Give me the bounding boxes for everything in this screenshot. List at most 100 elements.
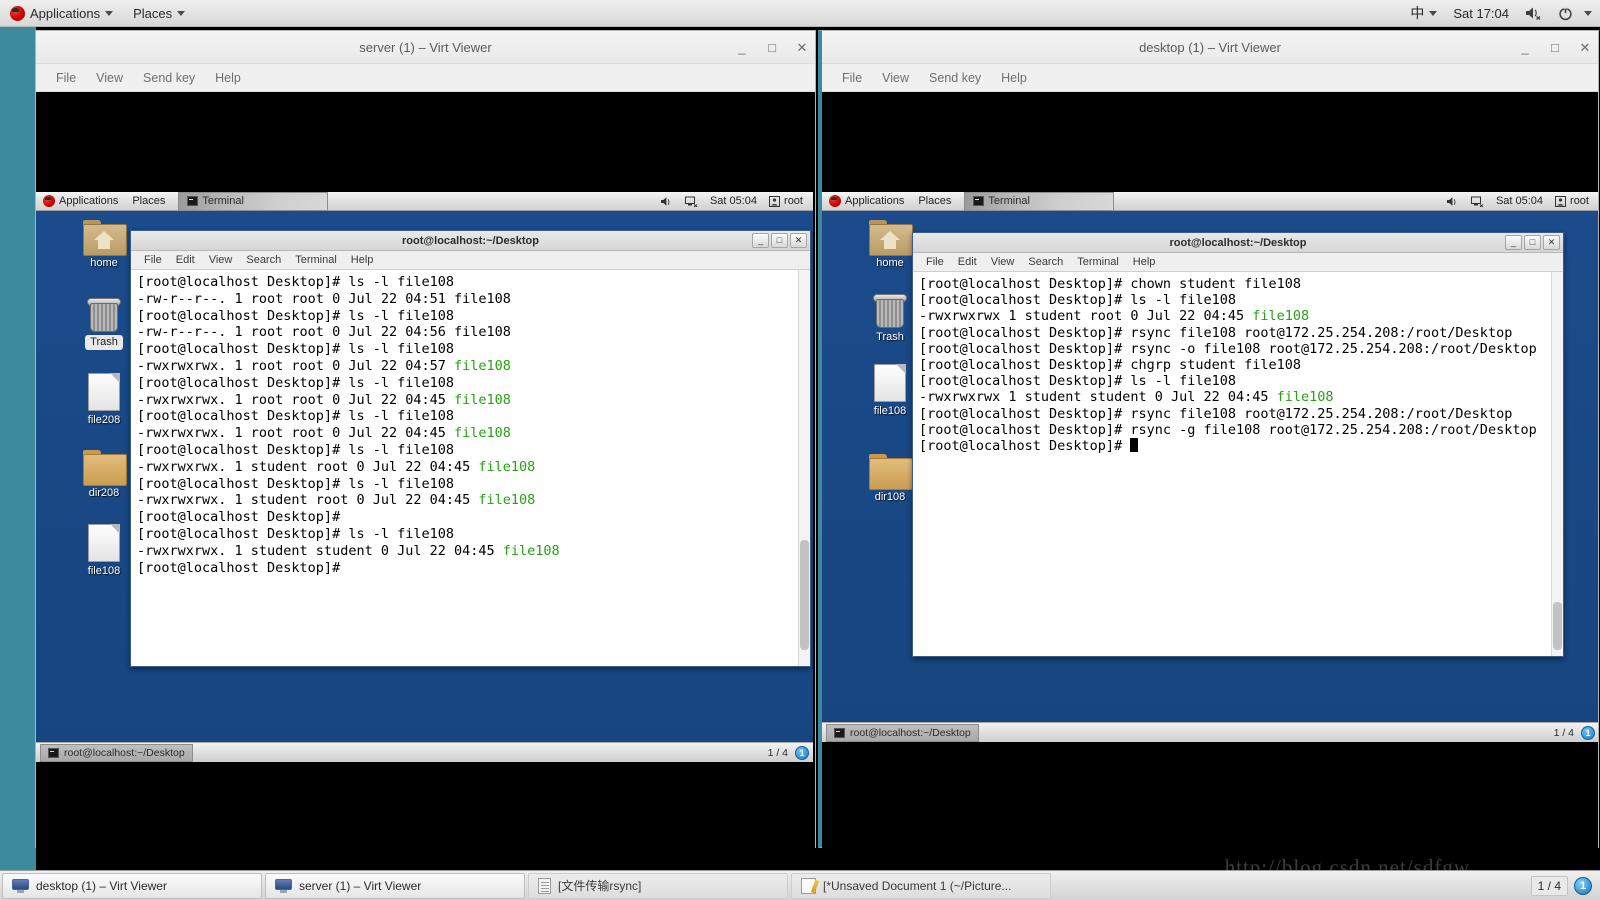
terminal-close-button[interactable]: ✕ [1543,235,1560,250]
red-hat-logo-icon [829,195,841,207]
desktop-icon-home[interactable]: home [72,220,136,270]
terminal-titlebar[interactable]: root@localhost:~/Desktop _ □ ✕ [131,231,810,251]
terminal-menu-terminal[interactable]: Terminal [288,251,344,270]
guest-workspace-indicator[interactable]: 1 / 4 [761,747,795,759]
terminal-output-desktop[interactable]: [root@localhost Desktop]# chown student … [913,272,1563,656]
terminal-scrollbar[interactable] [798,270,810,666]
terminal-window-controls: _ □ ✕ [752,233,807,248]
menu-send-key[interactable]: Send key [919,64,991,92]
guest-network-icon[interactable] [679,192,704,211]
guest-places-label: Places [132,195,166,207]
guest-user-label: root [784,195,803,207]
folder-icon [83,450,127,486]
guest-volume-icon[interactable] [654,192,679,211]
guest-applications-menu[interactable]: Applications [822,192,911,211]
terminal-menu-edit[interactable]: Edit [951,253,984,272]
applications-menu[interactable]: Applications [0,0,123,27]
guest-window-task-terminal[interactable]: Terminal [964,192,1115,211]
desktop-icon-file108[interactable]: file108 [72,524,136,578]
guest-top-panel: Applications Places Terminal Sat 05:04 r… [36,192,813,211]
terminal-maximize-button[interactable]: □ [1524,235,1541,250]
terminal-minimize-button[interactable]: _ [752,233,769,248]
terminal-close-button[interactable]: ✕ [790,233,807,248]
terminal-window-desktop[interactable]: root@localhost:~/Desktop _ □ ✕ File Edit… [912,232,1564,657]
terminal-output-server[interactable]: [root@localhost Desktop]# ls -l file108 -… [131,270,810,666]
clock[interactable]: Sat 17:04 [1445,0,1517,27]
terminal-menu-help[interactable]: Help [1126,253,1163,272]
terminal-menu-edit[interactable]: Edit [169,251,202,270]
guest-places-menu[interactable]: Places [125,192,172,211]
guest-window-task-terminal[interactable]: Terminal [178,192,329,211]
terminal-menu-file[interactable]: File [137,251,169,270]
terminal-window-server[interactable]: root@localhost:~/Desktop _ □ ✕ File Edit… [130,230,811,667]
guest-volume-icon[interactable] [1440,192,1465,211]
menu-file[interactable]: File [46,64,86,92]
maximize-button[interactable]: □ [1548,40,1562,55]
power-menu[interactable] [1550,0,1600,27]
window-server-virt-viewer[interactable]: server (1) – Virt Viewer _ □ ✕ File View… [35,30,816,848]
input-method-indicator[interactable]: 中 [1402,0,1445,27]
terminal-menu-file[interactable]: File [919,253,951,272]
terminal-menu-search[interactable]: Search [239,251,288,270]
text-editor-icon [801,877,816,894]
terminal-line: -rwxrwxrwx. 1 student root 0 Jul 22 04:4… [137,492,536,509]
terminal-menu-terminal[interactable]: Terminal [1070,253,1126,272]
terminal-scrollbar[interactable] [1551,272,1563,656]
taskbar-item-unsaved-document[interactable]: [*Unsaved Document 1 (~/Picture... [791,872,1051,899]
guest-clock[interactable]: Sat 05:04 [704,192,763,211]
guest-places-menu[interactable]: Places [911,192,958,211]
maximize-button[interactable]: □ [765,40,779,55]
guest-display-desktop[interactable]: Applications Places Terminal Sat 05:04 r… [822,92,1598,848]
terminal-titlebar[interactable]: root@localhost:~/Desktop _ □ ✕ [913,233,1563,253]
terminal-minimize-button[interactable]: _ [1505,235,1522,250]
menu-help[interactable]: Help [205,64,251,92]
terminal-menu-view[interactable]: View [984,253,1022,272]
guest-taskbar-item-terminal[interactable]: root@localhost:~/Desktop [826,723,979,742]
minimize-button[interactable]: _ [1518,40,1532,55]
taskbar-item-server-virt-viewer[interactable]: server (1) – Virt Viewer [265,872,525,899]
guest-desktop-server[interactable]: Applications Places Terminal Sat 05:04 r… [36,192,813,762]
host-workspace-indicator[interactable]: 1 / 4 [1530,875,1568,896]
close-button[interactable]: ✕ [1578,40,1592,56]
desktop-icon-trash[interactable]: Trash [72,296,136,350]
taskbar-item-desktop-virt-viewer[interactable]: desktop (1) – Virt Viewer [2,872,262,899]
desktop-icon-label: file208 [87,414,121,426]
guest-user-menu[interactable]: root [1549,192,1595,211]
guest-display-server[interactable]: Applications Places Terminal Sat 05:04 r… [36,92,815,848]
host-workspace-badge[interactable]: 1 [1574,876,1592,895]
guest-clock[interactable]: Sat 05:04 [1490,192,1549,211]
terminal-menu-view[interactable]: View [202,251,240,270]
window-titlebar[interactable]: desktop (1) – Virt Viewer _ □ ✕ [822,31,1598,64]
menu-file[interactable]: File [832,64,872,92]
taskbar-item-rsync-doc[interactable]: [文件传输rsync] [528,872,788,899]
menu-help[interactable]: Help [991,64,1037,92]
guest-user-menu[interactable]: root [763,192,809,211]
close-button[interactable]: ✕ [795,40,809,56]
speaker-muted-icon[interactable] [1517,0,1550,27]
window-desktop-virt-viewer[interactable]: desktop (1) – Virt Viewer _ □ ✕ File Vie… [818,30,1599,848]
places-menu[interactable]: Places [123,0,195,27]
terminal-line: -rwxrwxrwx. 1 root root 0 Jul 22 04:45 f… [137,391,511,408]
desktop-icon-dir208[interactable]: dir208 [72,450,136,500]
guest-top-panel: Applications Places Terminal Sat 05:04 r… [822,192,1598,211]
window-titlebar[interactable]: server (1) – Virt Viewer _ □ ✕ [36,31,815,64]
terminal-icon [973,196,985,206]
desktop-icon-file208[interactable]: file208 [72,373,136,427]
guest-network-icon[interactable] [1465,192,1490,211]
terminal-icon [187,196,199,206]
guest-workspace-indicator[interactable]: 1 / 4 [1547,727,1581,739]
terminal-menu-help[interactable]: Help [344,251,381,270]
minimize-button[interactable]: _ [735,40,749,55]
guest-desktop-client[interactable]: Applications Places Terminal Sat 05:04 r… [822,192,1598,742]
guest-applications-label: Applications [845,195,905,207]
terminal-menu-search[interactable]: Search [1021,253,1070,272]
guest-workspace-badge[interactable]: 1 [795,745,809,760]
menu-view[interactable]: View [86,64,133,92]
guest-applications-menu[interactable]: Applications [36,192,125,211]
terminal-maximize-button[interactable]: □ [771,233,788,248]
terminal-line: [root@localhost Desktop]# ls -l file108 [137,441,454,458]
menu-view[interactable]: View [872,64,919,92]
menu-send-key[interactable]: Send key [133,64,205,92]
guest-taskbar-item-terminal[interactable]: root@localhost:~/Desktop [40,743,193,762]
guest-workspace-badge[interactable]: 1 [1581,725,1595,740]
